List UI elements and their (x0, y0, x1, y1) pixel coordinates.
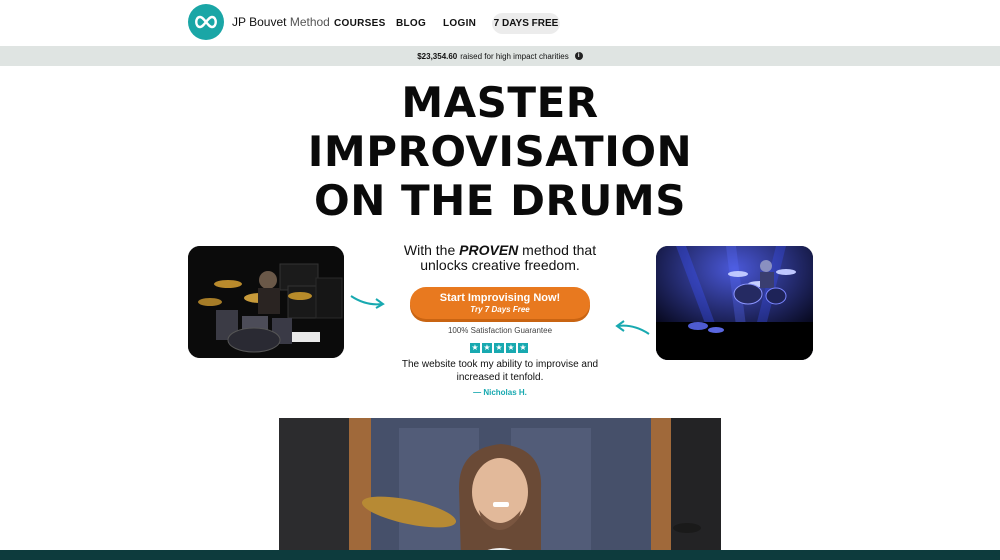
nav-courses-link[interactable]: COURSES (334, 18, 386, 29)
nav-blog-link[interactable]: BLOG (396, 18, 426, 29)
hero-headline: MASTER IMPROVISATION ON THE DRUMS (0, 78, 1000, 225)
cta-main-label: Start Improvising Now! (439, 292, 561, 304)
star-icon: ★ (482, 343, 492, 353)
cta-sub-label: Try 7 Days Free (470, 305, 530, 314)
headline-line-3: ON THE DRUMS (314, 176, 686, 225)
site-header: JP Bouvet Method COURSES BLOG LOGIN 7 DA… (0, 0, 1000, 46)
charity-text: raised for high impact charities (460, 51, 569, 61)
hero-subheadline: With the PROVEN method that unlocks crea… (403, 242, 597, 273)
satisfaction-guarantee: 100% Satisfaction Guarantee (447, 326, 553, 335)
drummer-stage-photo-right (656, 246, 813, 360)
star-icon: ★ (506, 343, 516, 353)
nav-login-link[interactable]: LOGIN (443, 18, 476, 29)
headline-line-2: IMPROVISATION (307, 127, 693, 176)
curved-arrow-icon (350, 295, 385, 309)
info-icon[interactable]: i (574, 52, 583, 60)
start-improvising-button[interactable]: Start Improvising Now! Try 7 Days Free (410, 287, 590, 319)
intro-video-player[interactable] (279, 418, 721, 560)
infinity-logo-icon[interactable] (188, 4, 224, 40)
footer-band (0, 550, 1000, 560)
brand-logo-text[interactable]: JP Bouvet Method (232, 15, 330, 29)
drummer-stage-photo-left (188, 246, 344, 358)
testimonial-author: — Nicholas H. (473, 388, 527, 397)
headline-line-1: MASTER (401, 78, 599, 127)
charity-amount: $23,354.60 (417, 51, 458, 61)
curved-arrow-icon (615, 320, 650, 335)
star-icon: ★ (518, 343, 528, 353)
star-icon: ★ (494, 343, 504, 353)
charity-bar: $23,354.60 raised for high impact charit… (0, 46, 1000, 66)
rating-stars: ★ ★ ★ ★ ★ (470, 343, 530, 355)
testimonial-quote: The website took my ability to improvise… (401, 359, 599, 383)
star-icon: ★ (470, 343, 480, 353)
seven-days-free-button[interactable]: 7 DAYS FREE (492, 13, 560, 34)
